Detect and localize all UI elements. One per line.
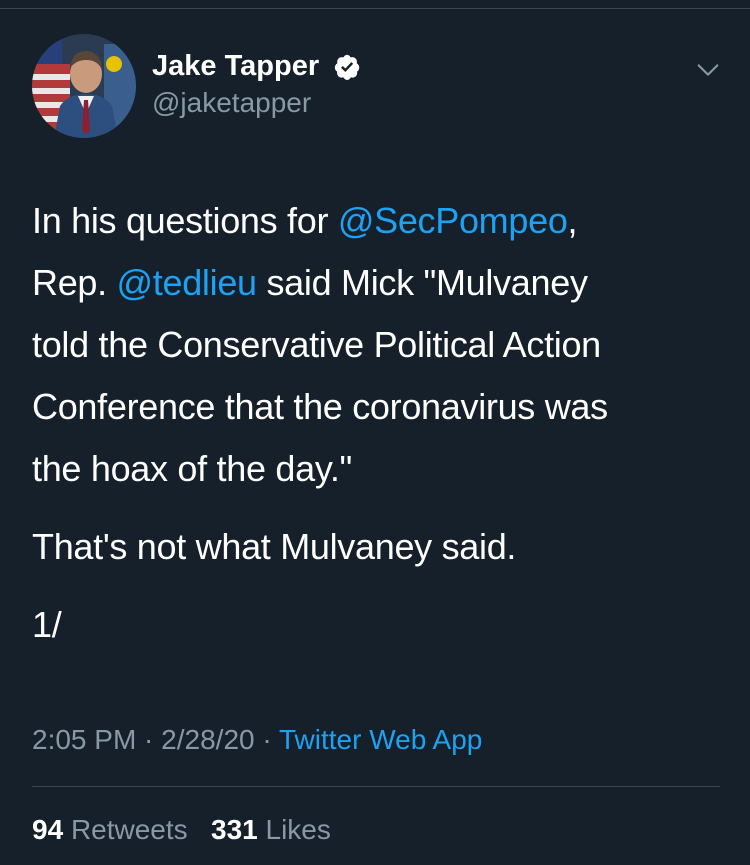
author-name[interactable]: Jake Tapper — [152, 48, 319, 84]
likes-count: 331 — [211, 814, 258, 845]
text-line-2: Rep. @tedlieu said Mick "Mulvaney — [32, 262, 588, 303]
meta-separator: · — [136, 724, 162, 755]
tweet-paragraph-1: In his questions for @SecPompeo, Rep. @te… — [32, 190, 722, 500]
tweet-paragraph-2: That's not what Mulvaney said. — [32, 526, 517, 567]
text-line-1: In his questions for @SecPompeo, — [32, 200, 578, 241]
tweet-paragraph-3: 1/ — [32, 604, 62, 645]
avatar[interactable] — [32, 34, 136, 138]
tweet-source-link[interactable]: Twitter Web App — [279, 724, 482, 755]
retweets-count: 94 — [32, 814, 64, 845]
text-line-3: told the Conservative Political Action — [32, 324, 601, 365]
likes-stat[interactable]: 331 Likes — [211, 814, 331, 845]
chevron-down-icon[interactable] — [694, 56, 722, 84]
tweet-meta: 2:05 PM · 2/28/20 · Twitter Web App — [32, 722, 482, 758]
tweet-date[interactable]: 2/28/20 — [161, 724, 254, 755]
avatar-image — [32, 34, 136, 138]
tweet-text: In his questions for @SecPompeo, Rep. @te… — [32, 190, 722, 656]
stats-divider — [32, 786, 720, 787]
text-segment: In his questions for — [32, 200, 338, 241]
text-segment: Rep. — [32, 262, 117, 303]
tweet-stats: 94 Retweets 331 Likes — [32, 812, 331, 848]
retweets-stat[interactable]: 94 Retweets — [32, 814, 188, 845]
text-segment: said Mick "Mulvaney — [256, 262, 588, 303]
meta-separator: · — [254, 724, 279, 755]
text-segment: , — [567, 200, 578, 241]
text-line-4: Conference that the coronavirus was — [32, 386, 608, 427]
mention-tedlieu[interactable]: @tedlieu — [117, 262, 258, 303]
verified-badge-icon — [334, 54, 360, 80]
tweet: Jake Tapper @jaketapper In his questions… — [0, 0, 750, 865]
likes-label: Likes — [265, 814, 331, 845]
retweets-label: Retweets — [70, 814, 188, 845]
author-handle[interactable]: @jaketapper — [152, 86, 311, 120]
text-line-5: the hoax of the day." — [32, 448, 353, 489]
tweet-time[interactable]: 2:05 PM — [32, 724, 136, 755]
mention-secpompeo[interactable]: @SecPompeo — [338, 200, 568, 241]
